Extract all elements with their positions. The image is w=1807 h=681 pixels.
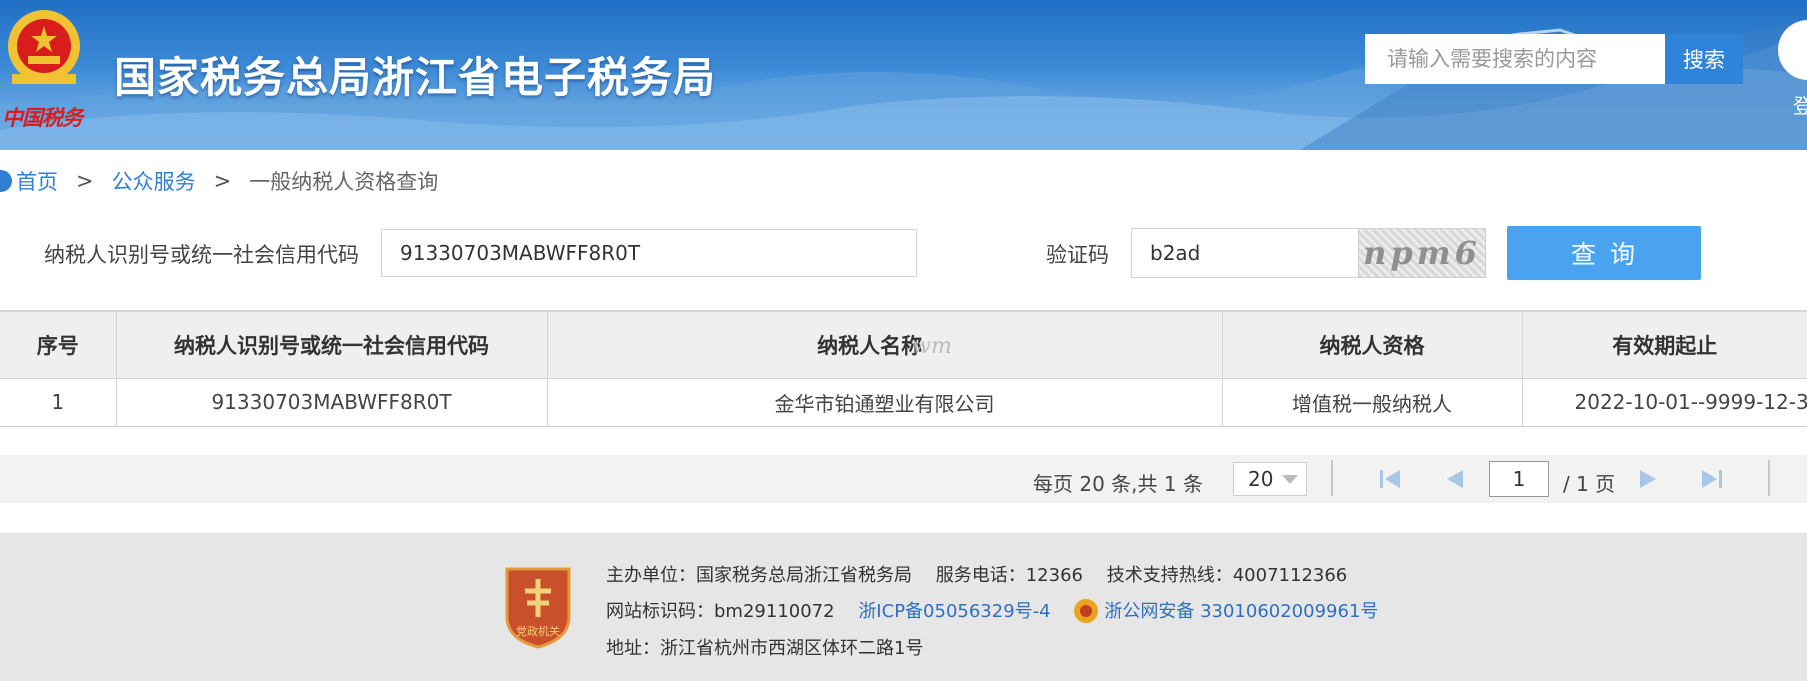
chevron-down-icon: [1282, 475, 1298, 484]
cell-taxpayer-id: 91330703MABWFF8R0T: [116, 378, 548, 427]
breadcrumb-current: 一般纳税人资格查询: [249, 170, 439, 194]
results-table: 序号 纳税人识别号或统一社会信用代码 纳税人名称wm 纳税人资格 有效期起止 1…: [0, 310, 1807, 427]
search-button[interactable]: 搜索: [1665, 34, 1743, 84]
cell-qualification: 增值税一般纳税人: [1222, 378, 1523, 427]
party-government-badge-icon[interactable]: 党政机关: [503, 565, 573, 649]
site-footer: 党政机关 主办单位：国家税务总局浙江省税务局 服务电话：12366 技术支持热线…: [0, 533, 1807, 681]
police-record-link[interactable]: 浙公网安备 33010602009961号: [1104, 601, 1378, 622]
captcha-input[interactable]: [1131, 228, 1359, 278]
page-size-value: 20: [1248, 467, 1274, 491]
page-number-input[interactable]: [1489, 461, 1549, 497]
national-emblem-icon: [8, 10, 80, 84]
cell-index: 1: [0, 378, 117, 427]
first-page-icon[interactable]: [1378, 468, 1402, 490]
footer-line-1: 主办单位：国家税务总局浙江省税务局 服务电话：12366 技术支持热线：4007…: [606, 561, 1347, 587]
pagination-bar: 每页 20 条,共 1 条 20 / 1 页: [0, 455, 1807, 503]
query-button[interactable]: 查询: [1507, 226, 1701, 280]
footer-sponsor: 主办单位：国家税务总局浙江省税务局: [606, 565, 912, 586]
divider: [1331, 460, 1333, 496]
site-title: 国家税务总局浙江省电子税务局: [114, 53, 717, 102]
site-header: 中国税务 国家税务总局浙江省电子税务局 搜索 登: [0, 0, 1807, 150]
badge-text: 党政机关: [516, 624, 560, 638]
watermark-text: wm: [912, 333, 952, 359]
breadcrumb-separator: >: [213, 169, 232, 193]
breadcrumb-separator: >: [76, 169, 94, 193]
footer-line-2: 网站标识码：bm29110072 浙ICP备05056329号-4 浙公网安备 …: [606, 597, 1378, 626]
breadcrumb: 首页 > 公众服务 > 一般纳税人资格查询: [0, 168, 438, 194]
column-header-index: 序号: [0, 310, 117, 379]
prev-page-icon[interactable]: [1443, 468, 1467, 490]
last-page-icon[interactable]: [1700, 468, 1724, 490]
breadcrumb-public-services[interactable]: 公众服务: [112, 166, 196, 196]
footer-tech-support: 技术支持热线：4007112366: [1106, 565, 1348, 586]
page-size-select[interactable]: 20: [1233, 462, 1307, 496]
breadcrumb-home[interactable]: 首页: [16, 166, 58, 196]
brand-script-logo: 中国税务: [2, 105, 83, 130]
police-badge-icon: [1074, 598, 1099, 623]
footer-site-id: 网站标识码：bm29110072: [606, 601, 835, 622]
footer-hotline: 服务电话：12366: [935, 565, 1083, 586]
pagination-summary: 每页 20 条,共 1 条: [1033, 472, 1203, 496]
taxpayer-id-label: 纳税人识别号或统一社会信用代码: [44, 243, 359, 267]
column-header-taxpayer-id: 纳税人识别号或统一社会信用代码: [116, 310, 548, 379]
search-input[interactable]: [1365, 34, 1665, 84]
column-header-taxpayer-name-label: 纳税人名称: [817, 333, 923, 358]
divider: [1768, 460, 1770, 496]
login-link[interactable]: 登: [1793, 90, 1807, 119]
total-pages-text: / 1 页: [1563, 472, 1616, 496]
captcha-label: 验证码: [1046, 243, 1109, 267]
footer-address: 地址：浙江省杭州市西湖区体环二路1号: [606, 638, 924, 659]
taxpayer-id-input[interactable]: [381, 229, 917, 277]
captcha-text: npm6: [1363, 234, 1481, 272]
table-row: 1 91330703MABWFF8R0T 金华市铂通塑业有限公司 增值税一般纳税…: [0, 378, 1807, 427]
cell-taxpayer-name: 金华市铂通塑业有限公司: [547, 378, 1223, 427]
next-page-icon[interactable]: [1636, 468, 1660, 490]
column-header-taxpayer-name: 纳税人名称wm: [547, 310, 1223, 379]
table-header-row: 序号 纳税人识别号或统一社会信用代码 纳税人名称wm 纳税人资格 有效期起止: [0, 310, 1807, 379]
captcha-image[interactable]: npm6: [1358, 228, 1486, 278]
cell-validity: 2022-10-01--9999-12-31: [1522, 378, 1807, 427]
column-header-validity: 有效期起止: [1522, 310, 1807, 379]
icp-record-link[interactable]: 浙ICP备05056329号-4: [858, 601, 1050, 622]
home-icon[interactable]: [0, 170, 12, 192]
column-header-qualification: 纳税人资格: [1222, 310, 1523, 379]
